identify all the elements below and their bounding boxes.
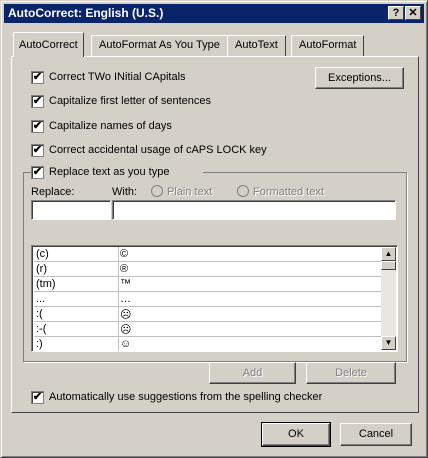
list-item[interactable]: ... …: [34, 292, 381, 307]
plain-text-radio[interactable]: [151, 185, 163, 197]
entry-replace: :(: [36, 308, 43, 320]
entry-replace: (tm): [36, 278, 56, 290]
formatted-text-label: Formatted text: [253, 186, 324, 198]
entry-replace: :): [36, 338, 43, 350]
formatted-text-radio[interactable]: [237, 185, 249, 197]
auto-suggestions-label: Automatically use suggestions from the s…: [49, 391, 323, 403]
ok-button[interactable]: OK: [261, 422, 331, 447]
entry-with: ©: [120, 248, 129, 260]
title-bar: AutoCorrect: English (U.S.) ? ✕: [4, 4, 424, 23]
list-item[interactable]: (tm) ™: [34, 277, 381, 292]
entry-replace: (r): [36, 263, 47, 275]
scroll-up-button[interactable]: ▲: [381, 247, 396, 261]
list-item[interactable]: (c) ©: [34, 247, 381, 262]
capitalize-first-letter-checkbox[interactable]: ✔: [31, 95, 44, 108]
autocorrect-entries-list[interactable]: (c) © (r) ® (tm) ™ ... … :( ☹ :-( ☹ :) ☺…: [31, 245, 398, 352]
correct-caps-lock-checkbox[interactable]: ✔: [31, 144, 44, 157]
tab-autoformat-as-you-type[interactable]: AutoFormat As You Type: [91, 35, 228, 56]
replace-as-you-type-checkbox[interactable]: ✔: [31, 166, 44, 179]
replace-as-you-type-label: Replace text as you type: [49, 166, 170, 178]
with-label: With:: [112, 186, 138, 198]
correct-two-initial-capitals-checkbox[interactable]: ✔: [31, 71, 44, 84]
list-item[interactable]: :) ☺: [34, 337, 381, 351]
capitalize-days-checkbox[interactable]: ✔: [31, 120, 44, 133]
cancel-button[interactable]: Cancel: [340, 423, 412, 446]
entry-with: ☺: [120, 338, 132, 350]
add-button[interactable]: Add: [209, 362, 296, 384]
scroll-thumb[interactable]: [381, 261, 396, 270]
list-item[interactable]: :-( ☹: [34, 322, 381, 337]
capitalize-first-letter-label: Capitalize first letter of sentences: [49, 95, 212, 107]
replace-label: Replace:: [31, 186, 75, 198]
entry-with: …: [120, 293, 131, 305]
tab-autotext[interactable]: AutoText: [227, 35, 286, 56]
entry-with: ™: [120, 278, 131, 290]
with-input[interactable]: [112, 200, 396, 220]
correct-two-initial-capitals-label: Correct TWo INitial CApitals: [49, 71, 186, 83]
window-title: AutoCorrect: English (U.S.): [8, 6, 164, 20]
entry-replace: ...: [36, 293, 46, 305]
delete-button[interactable]: Delete: [306, 362, 396, 384]
plain-text-label: Plain text: [167, 186, 213, 198]
list-item[interactable]: (r) ®: [34, 262, 381, 277]
replace-input[interactable]: [31, 200, 111, 220]
entry-with: ®: [120, 263, 129, 275]
list-item[interactable]: :( ☹: [34, 307, 381, 322]
close-button[interactable]: ✕: [405, 6, 421, 20]
scroll-down-button[interactable]: ▼: [381, 336, 396, 350]
tab-autoformat[interactable]: AutoFormat: [291, 35, 365, 56]
entry-replace: :-(: [36, 323, 47, 335]
entry-with: ☹: [120, 309, 132, 321]
help-button[interactable]: ?: [388, 6, 404, 20]
capitalize-days-label: Capitalize names of days: [49, 120, 172, 132]
exceptions-button[interactable]: Exceptions...: [315, 67, 404, 89]
replace-as-you-type-option[interactable]: ✔ Replace text as you type: [31, 166, 203, 180]
auto-suggestions-checkbox[interactable]: ✔: [31, 391, 44, 404]
tab-autocorrect[interactable]: AutoCorrect: [13, 32, 84, 57]
list-scrollbar[interactable]: ▲ ▼: [381, 247, 396, 350]
entry-with: ☹: [120, 324, 132, 336]
correct-caps-lock-label: Correct accidental usage of cAPS LOCK ke…: [49, 144, 267, 156]
entry-replace: (c): [36, 248, 49, 260]
